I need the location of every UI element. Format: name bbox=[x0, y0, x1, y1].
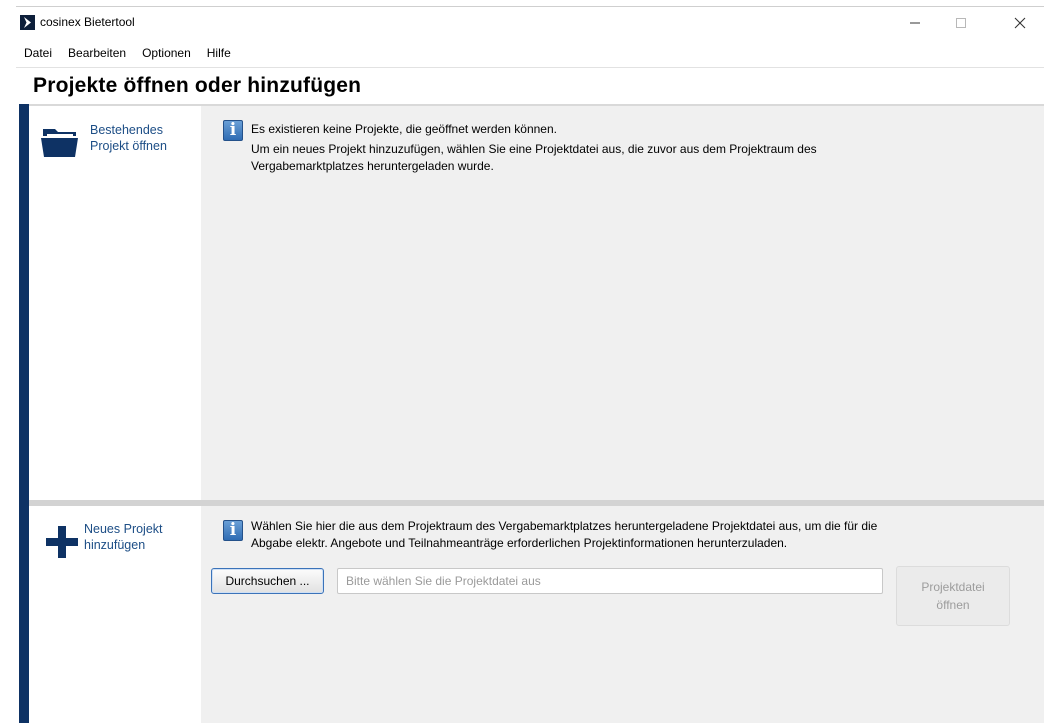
browse-button[interactable]: Durchsuchen ... bbox=[211, 568, 324, 594]
menu-hilfe[interactable]: Hilfe bbox=[199, 42, 239, 64]
open-info-line2: Um ein neues Projekt hinzuzufügen, wähle… bbox=[251, 142, 817, 156]
new-project-nav[interactable]: Neues Projekt hinzufügen bbox=[29, 506, 201, 723]
app-logo-icon bbox=[20, 15, 35, 30]
minimize-button[interactable] bbox=[892, 8, 938, 38]
folder-icon[interactable] bbox=[41, 124, 79, 161]
new-project-label-line2: hinzufügen bbox=[84, 538, 146, 552]
app-window: cosinex Bietertool Datei Bearbeiten Opti… bbox=[16, 0, 1044, 723]
open-project-label-line1: Bestehendes bbox=[90, 123, 163, 137]
open-file-button-line2: öffnen bbox=[936, 598, 970, 612]
open-file-button-line1: Projektdatei bbox=[921, 580, 985, 594]
menu-bearbeiten[interactable]: Bearbeiten bbox=[60, 42, 134, 64]
menu-bar: Datei Bearbeiten Optionen Hilfe bbox=[16, 42, 239, 64]
new-project-panel: i Wählen Sie hier die aus dem Projektrau… bbox=[201, 506, 1044, 723]
title-bar[interactable]: cosinex Bietertool bbox=[16, 8, 1044, 38]
open-project-label-line2: Projekt öffnen bbox=[90, 139, 167, 153]
menu-separator bbox=[16, 67, 1044, 68]
content-area: Bestehendes Projekt öffnen i Es existier… bbox=[19, 104, 1044, 723]
page-title: Projekte öffnen oder hinzufügen bbox=[33, 74, 362, 97]
close-button[interactable] bbox=[997, 8, 1043, 38]
info-icon: i bbox=[223, 120, 243, 141]
maximize-button[interactable] bbox=[938, 8, 984, 38]
window-title: cosinex Bietertool bbox=[40, 15, 135, 29]
accent-rail bbox=[19, 104, 29, 723]
info-icon: i bbox=[223, 520, 243, 541]
new-project-section: Neues Projekt hinzufügen i Wählen Sie hi… bbox=[29, 506, 1044, 723]
open-project-info: Es existieren keine Projekte, die geöffn… bbox=[251, 121, 817, 175]
new-info-line2: Abgabe elektr. Angebote und Teilnahmeant… bbox=[251, 536, 788, 550]
open-project-panel: i Es existieren keine Projekte, die geöf… bbox=[201, 106, 1044, 500]
menu-optionen[interactable]: Optionen bbox=[134, 42, 199, 64]
new-project-info: Wählen Sie hier die aus dem Projektraum … bbox=[251, 518, 877, 552]
open-project-nav[interactable]: Bestehendes Projekt öffnen bbox=[29, 106, 201, 500]
open-project-label[interactable]: Bestehendes Projekt öffnen bbox=[90, 122, 167, 154]
new-project-label-line1: Neues Projekt bbox=[84, 522, 163, 536]
window-top-border bbox=[16, 6, 1044, 7]
new-project-label[interactable]: Neues Projekt hinzufügen bbox=[84, 521, 163, 553]
plus-icon[interactable] bbox=[46, 526, 78, 561]
new-info-line1: Wählen Sie hier die aus dem Projektraum … bbox=[251, 519, 878, 533]
open-info-line1: Es existieren keine Projekte, die geöffn… bbox=[251, 122, 557, 136]
open-project-section: Bestehendes Projekt öffnen i Es existier… bbox=[29, 106, 1044, 500]
file-path-field[interactable] bbox=[337, 568, 883, 594]
file-path-input[interactable] bbox=[338, 569, 882, 593]
open-info-line3: Vergabemarktplatzes heruntergeladen wurd… bbox=[251, 159, 494, 173]
menu-datei[interactable]: Datei bbox=[16, 42, 60, 64]
open-project-file-button[interactable]: Projektdatei öffnen bbox=[896, 566, 1010, 626]
